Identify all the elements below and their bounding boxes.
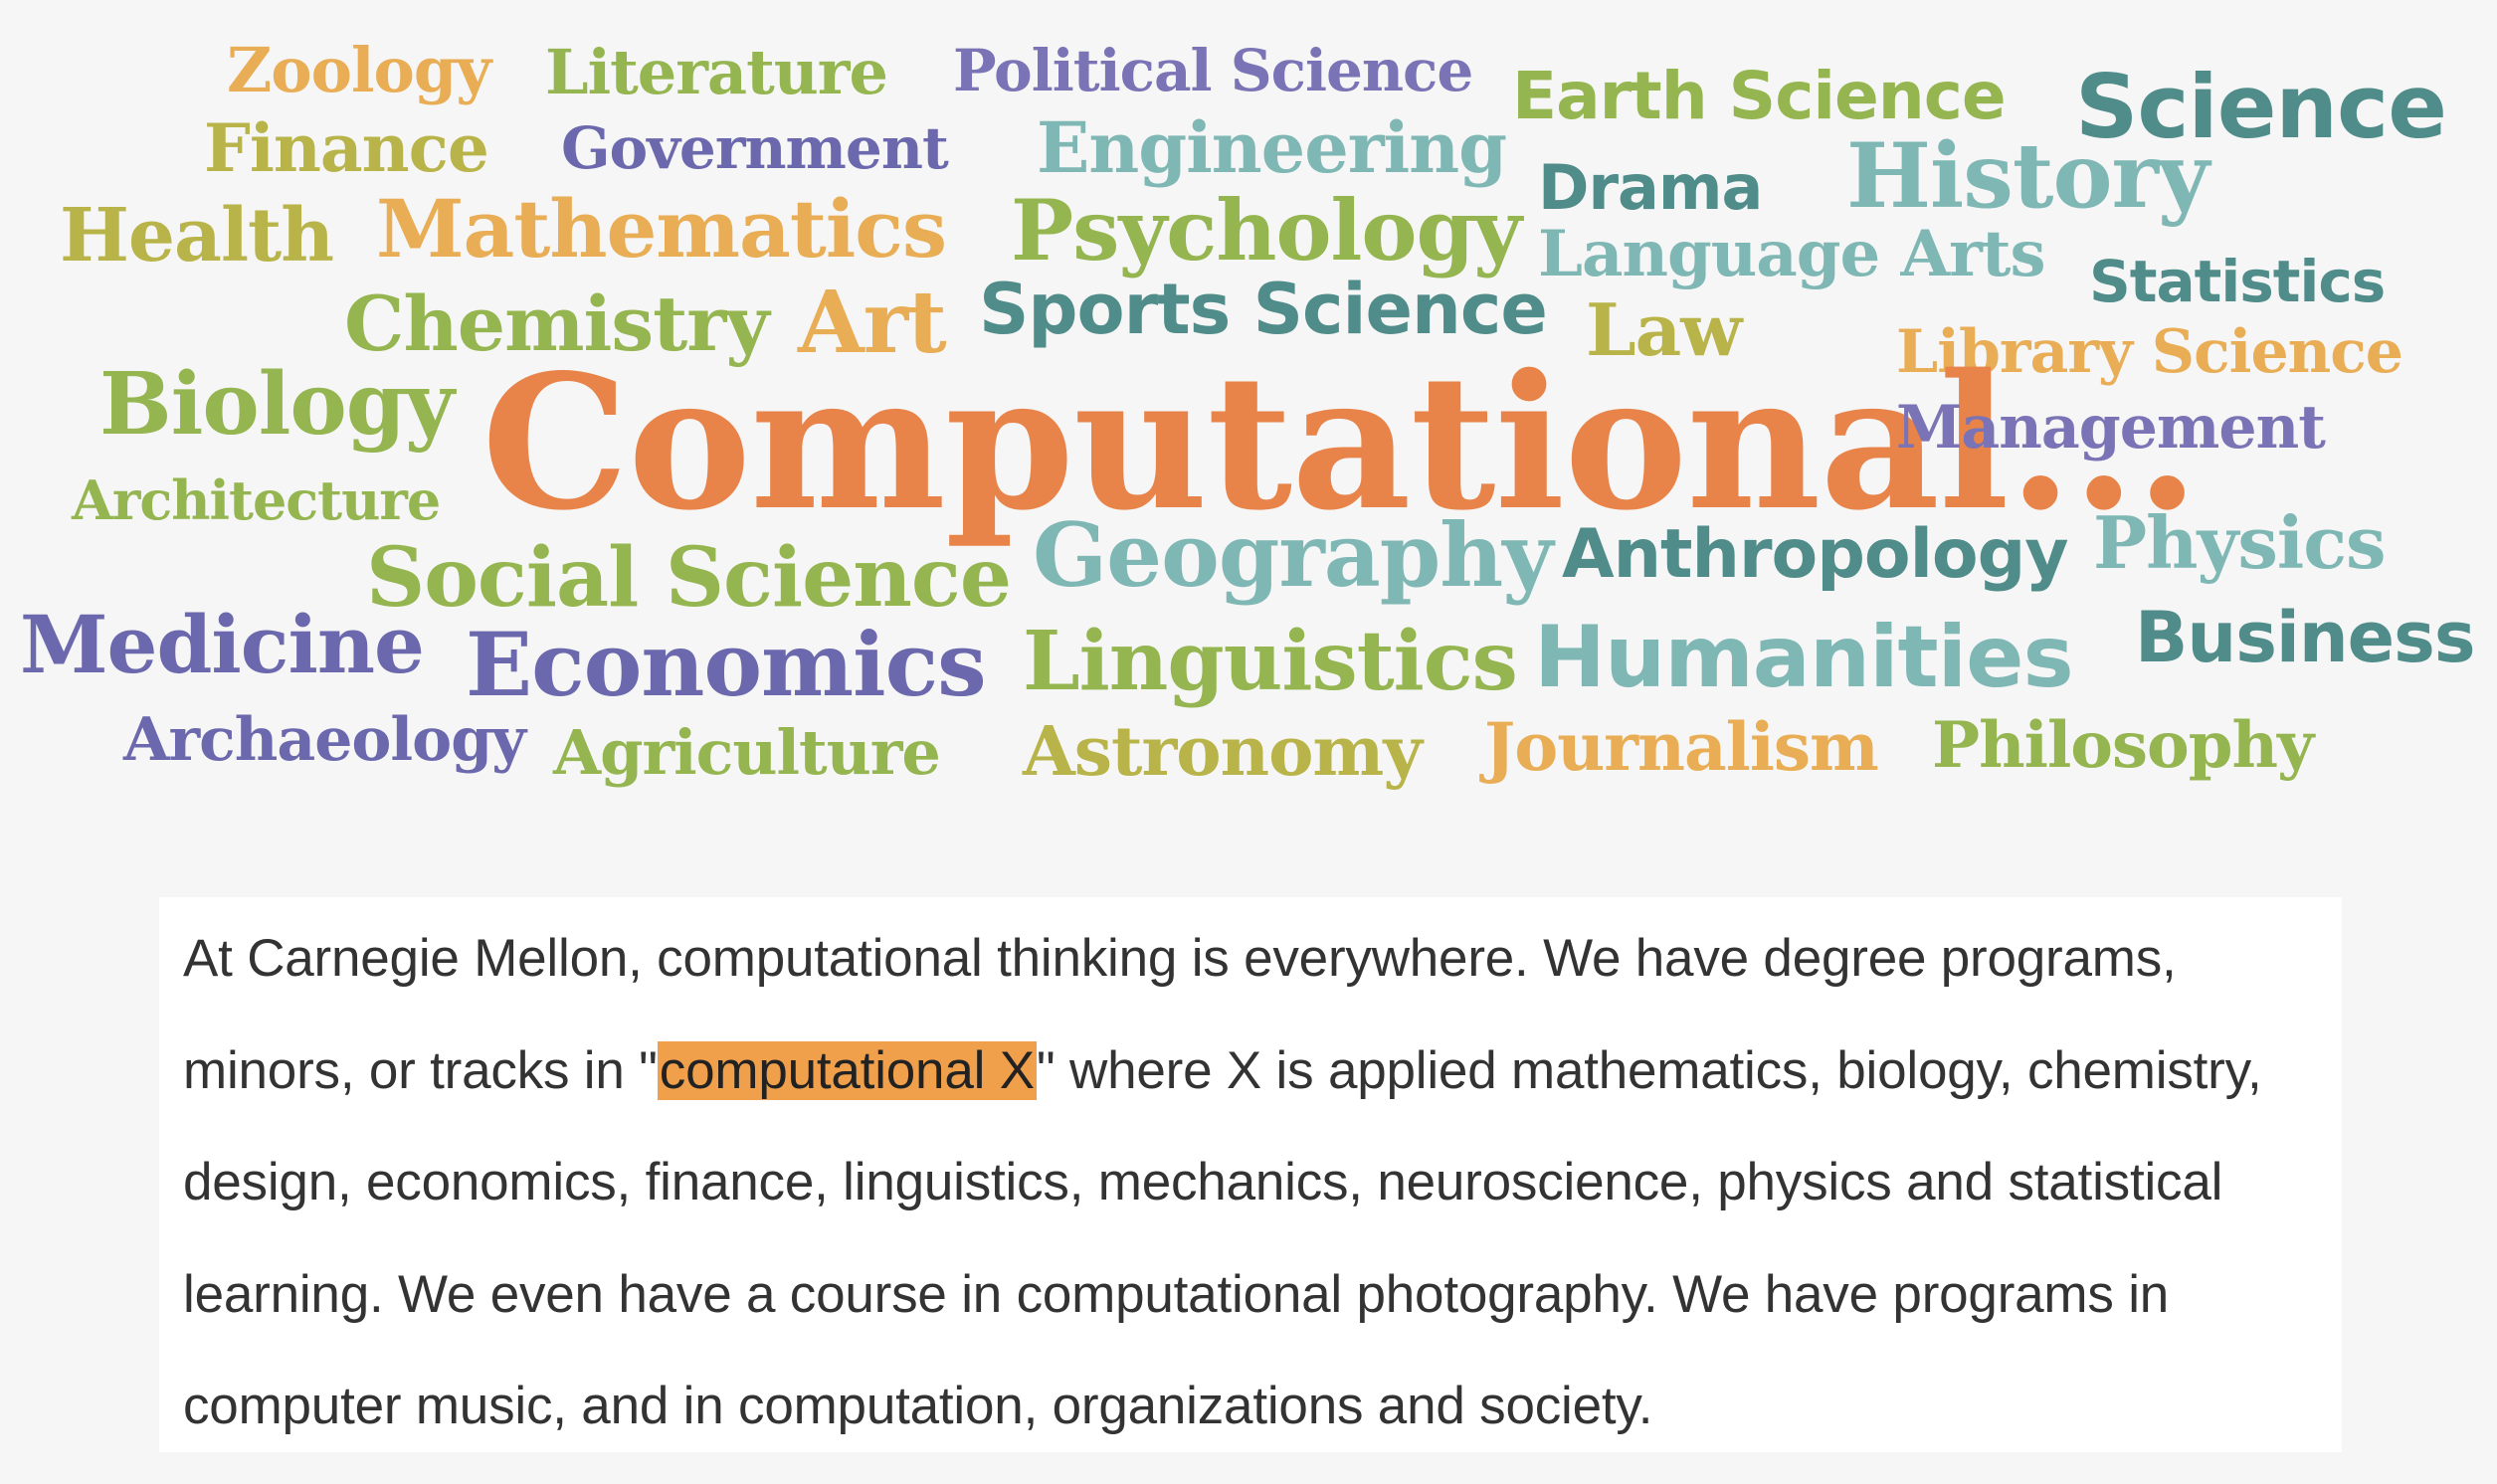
word-medicine: Medicine: [20, 598, 425, 691]
word-economics: Economics: [466, 613, 987, 716]
word-linguistics: Linguistics: [1023, 614, 1518, 709]
word-anthropology: Anthropology: [1562, 515, 2069, 594]
description-paragraph: At Carnegie Mellon, computational thinki…: [183, 903, 2352, 1463]
word-architecture: Architecture: [72, 468, 441, 532]
word-physics: Physics: [2093, 500, 2387, 585]
word-zoology: Zoology: [227, 34, 491, 106]
word-drama: Drama: [1538, 151, 1763, 224]
highlighted-term: computational X: [657, 1040, 1037, 1100]
word-biology: Biology: [99, 354, 455, 455]
word-government: Government: [561, 114, 949, 182]
word-political-science: Political Science: [953, 37, 1473, 104]
word-psychology: Psychology: [1011, 181, 1522, 279]
word-cloud: Zoology Literature Political Science Earth …: [0, 0, 2497, 855]
word-finance: Finance: [204, 109, 489, 187]
word-social-science: Social Science: [366, 530, 1012, 626]
word-humanities: Humanities: [1534, 608, 2074, 707]
word-philosophy: Philosophy: [1932, 708, 2314, 783]
word-geography: Geography: [1033, 503, 1553, 607]
word-management: Management: [1896, 393, 2326, 463]
word-statistics: Statistics: [2089, 248, 2386, 315]
word-agriculture: Agriculture: [553, 716, 941, 789]
word-astronomy: Astronomy: [1023, 712, 1423, 792]
word-history: History: [1846, 123, 2209, 229]
word-archaeology: Archaeology: [123, 705, 526, 775]
word-mathematics: Mathematics: [376, 182, 947, 276]
word-journalism: Journalism: [1484, 708, 1879, 786]
word-engineering: Engineering: [1037, 106, 1507, 189]
word-health: Health: [60, 193, 334, 278]
word-earth-science: Earth Science: [1512, 58, 2007, 134]
word-literature: Literature: [545, 36, 888, 108]
description-panel: At Carnegie Mellon, computational thinki…: [159, 897, 2342, 1452]
word-business: Business: [2135, 597, 2475, 678]
word-language-arts: Language Arts: [1538, 217, 2045, 291]
